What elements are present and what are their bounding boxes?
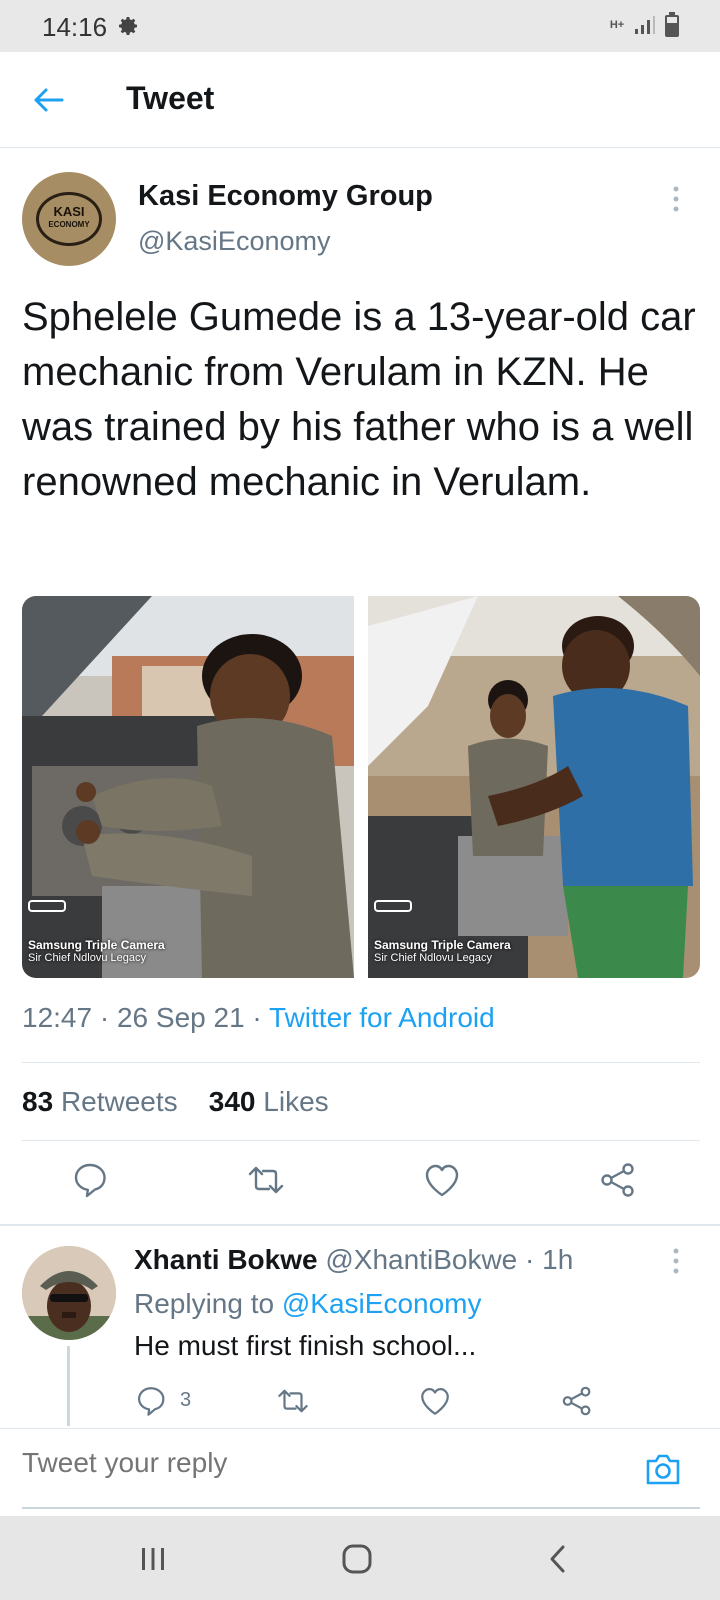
- photo-2-watermark-sub: Sir Chief Ndlovu Legacy: [374, 952, 493, 964]
- system-nav-bar: [0, 1516, 720, 1600]
- avatar[interactable]: KASI ECONOMY: [22, 172, 116, 266]
- retweets-stat[interactable]: 83 Retweets: [22, 1086, 178, 1117]
- recent-apps-icon[interactable]: [136, 1542, 170, 1576]
- camera-watermark-icon: [374, 900, 412, 912]
- tweet-photo-2[interactable]: Samsung Triple Camera Sir Chief Ndlovu L…: [368, 596, 700, 978]
- tweet-date: 26 Sep 21: [116, 1002, 245, 1033]
- page-title: Tweet: [126, 80, 215, 116]
- reply-composer: [0, 1428, 720, 1516]
- meta-separator: ·: [252, 1002, 270, 1033]
- reply-icon[interactable]: [134, 1384, 168, 1418]
- tweet-text: Sphelele Gumede is a 13-year-old car mec…: [22, 295, 696, 504]
- arrow-left-icon[interactable]: [30, 82, 66, 118]
- tweet-photo-1[interactable]: Samsung Triple Camera Sir Chief Ndlovu L…: [22, 596, 354, 978]
- photo-1-watermark-sub: Sir Chief Ndlovu Legacy: [28, 952, 147, 964]
- reply-author-handle[interactable]: @XhantiBokwe: [325, 1244, 517, 1275]
- likes-count: 340: [208, 1086, 256, 1117]
- photo-1-watermark-title: Samsung Triple Camera: [28, 938, 165, 952]
- avatar-logo-text: KASI: [53, 204, 85, 219]
- tweet-stats: 83 Retweets 340 Likes: [22, 1086, 329, 1118]
- reply-text: He must first finish school...: [134, 1330, 477, 1361]
- reply-count: 3: [180, 1389, 192, 1411]
- photo-2-image: [368, 596, 700, 978]
- tweet-source-link[interactable]: Twitter for Android: [269, 1002, 495, 1033]
- tweet-time: 12:47: [22, 1002, 93, 1033]
- signal-icon: [635, 16, 655, 34]
- app-header: Tweet: [0, 52, 720, 148]
- likes-label: Likes: [263, 1086, 329, 1117]
- status-bar: 14:16 H+: [0, 0, 720, 52]
- retweets-label: Retweets: [60, 1086, 178, 1117]
- meta-separator: ·: [525, 1244, 543, 1275]
- reply-time: 1h: [542, 1244, 574, 1275]
- back-nav-icon[interactable]: [542, 1542, 576, 1576]
- replying-to-handle[interactable]: @KasiEconomy: [282, 1288, 482, 1319]
- divider: [22, 1140, 700, 1141]
- reply-author-name[interactable]: Xhanti Bokwe: [134, 1244, 318, 1275]
- retweet-icon[interactable]: [276, 1384, 310, 1418]
- reply-avatar-image: [22, 1246, 116, 1340]
- avatar-logo-subtext: ECONOMY: [48, 220, 90, 229]
- camera-watermark-icon: [28, 900, 66, 912]
- section-divider: [0, 1224, 720, 1226]
- tweet-meta: 12:47 · 26 Sep 21 · Twitter for Android: [22, 1002, 495, 1034]
- retweet-icon[interactable]: [246, 1160, 286, 1200]
- network-type: H+: [609, 18, 625, 31]
- reply-action-bar: [134, 1384, 614, 1424]
- reply-header: Xhanti Bokwe @XhantiBokwe · 1h: [134, 1244, 573, 1276]
- like-heart-icon[interactable]: [422, 1160, 462, 1200]
- camera-icon[interactable]: [644, 1451, 682, 1487]
- replying-to: Replying to @KasiEconomy: [134, 1288, 481, 1320]
- author-handle[interactable]: @KasiEconomy: [138, 226, 330, 257]
- reply-icon[interactable]: [70, 1160, 110, 1200]
- home-icon[interactable]: [340, 1542, 374, 1576]
- likes-stat[interactable]: 340 Likes: [209, 1086, 329, 1117]
- like-heart-icon[interactable]: [418, 1384, 452, 1418]
- more-vertical-icon[interactable]: [672, 186, 680, 212]
- photo-2-watermark-title: Samsung Triple Camera: [374, 938, 511, 952]
- reply-avatar[interactable]: [22, 1246, 116, 1340]
- thread-line: [67, 1346, 70, 1426]
- battery-icon: [665, 12, 679, 37]
- share-icon[interactable]: [598, 1160, 638, 1200]
- status-icons: H+: [608, 12, 680, 38]
- retweets-count: 83: [22, 1086, 54, 1117]
- reply-input-underline: [22, 1507, 700, 1509]
- author-name[interactable]: Kasi Economy Group: [138, 180, 433, 213]
- share-icon[interactable]: [560, 1384, 594, 1418]
- replying-to-label: Replying to: [134, 1288, 275, 1319]
- divider: [22, 1062, 700, 1063]
- tweet-action-bar: [0, 1160, 720, 1216]
- meta-separator: ·: [99, 1002, 117, 1033]
- status-time: 14:16: [42, 12, 108, 42]
- gear-icon: [119, 17, 137, 35]
- reply-input[interactable]: [22, 1447, 622, 1479]
- photo-1-image: [22, 596, 354, 978]
- avatar-logo-ring: [36, 192, 102, 246]
- more-vertical-icon[interactable]: [672, 1248, 680, 1274]
